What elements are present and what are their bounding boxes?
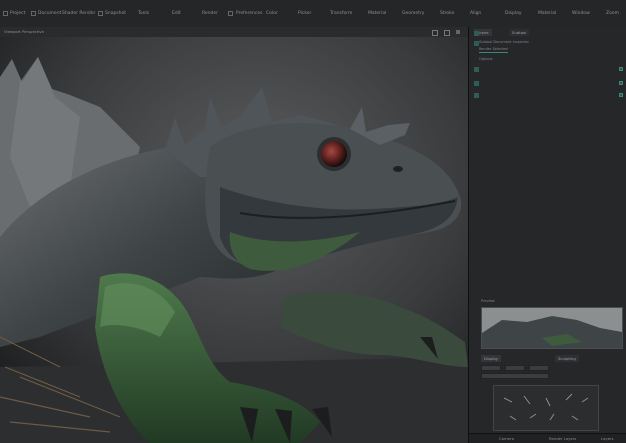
visibility-checkbox[interactable] xyxy=(619,81,623,85)
tab-display[interactable]: Display xyxy=(481,355,501,362)
menu-item-4[interactable]: Preferences xyxy=(236,10,262,18)
menu-item-10[interactable]: Stroke xyxy=(440,10,454,18)
menu-item-7[interactable]: Transform xyxy=(330,10,352,18)
viewport-toggle-icon[interactable] xyxy=(432,30,438,36)
display-button[interactable] xyxy=(529,365,549,371)
panel-row-options[interactable]: Options xyxy=(479,57,493,62)
menu-item-8[interactable]: Material xyxy=(368,10,386,18)
display-button[interactable] xyxy=(505,365,525,371)
panel-side-icon[interactable] xyxy=(474,41,479,46)
gizmo-icons xyxy=(503,393,589,421)
menu-bar: Project Document Shader Render Snapshot … xyxy=(0,0,626,28)
creature-render xyxy=(0,37,468,443)
viewport-title: Viewport Perspective xyxy=(4,29,44,34)
panel-menu-icon[interactable] xyxy=(474,31,479,36)
thumbnail-image xyxy=(482,308,622,348)
menu-item-shader-render[interactable]: Shader Render xyxy=(62,10,95,18)
panel-row-render-selected[interactable]: Render Selected xyxy=(479,47,508,53)
footer-camera[interactable]: Camera xyxy=(499,436,514,441)
menu-item-3[interactable]: Render xyxy=(202,10,218,18)
menu-item-9[interactable]: Geometry xyxy=(402,10,424,18)
menu-item-zoom[interactable]: Zoom xyxy=(606,10,619,18)
preview-thumbnail[interactable] xyxy=(481,307,623,349)
menu-item-0[interactable]: Snapshot xyxy=(105,10,126,18)
menu-square-icon[interactable] xyxy=(31,11,36,16)
menu-item-5[interactable]: Color xyxy=(266,10,278,18)
footer-layers[interactable]: Layers xyxy=(601,436,614,441)
panel-side-icon[interactable] xyxy=(474,67,479,72)
menu-item-display[interactable]: Display xyxy=(505,10,522,18)
navigation-gizmo[interactable] xyxy=(493,385,599,431)
footer-render-layers[interactable]: Render Layers xyxy=(549,436,576,441)
menu-item-2[interactable]: Edit xyxy=(172,10,181,18)
menu-item-project[interactable]: Project xyxy=(10,10,25,18)
panel-row-inspector[interactable]: Subtool Document Inspector xyxy=(479,40,529,45)
menu-item-1[interactable]: Tools xyxy=(138,10,149,18)
preview-label: Preview xyxy=(481,299,495,303)
menu-square-icon[interactable] xyxy=(228,11,233,16)
menu-item-window[interactable]: Window xyxy=(572,10,590,18)
viewport-close-icon[interactable] xyxy=(456,30,460,34)
display-button[interactable] xyxy=(481,365,501,371)
menu-logo-icon[interactable] xyxy=(3,11,8,16)
tab-subtool[interactable]: Subtool xyxy=(509,29,530,36)
right-panel: Scene Subtool Subtool Document Inspector… xyxy=(468,27,626,443)
3d-viewport[interactable] xyxy=(0,37,468,443)
menu-item-align[interactable]: Align xyxy=(470,10,481,18)
menu-item-6[interactable]: Picker xyxy=(298,10,311,18)
visibility-checkbox[interactable] xyxy=(619,67,623,71)
menu-item-material[interactable]: Material xyxy=(538,10,556,18)
app-window: Project Document Shader Render Snapshot … xyxy=(0,0,626,443)
panel-side-icon[interactable] xyxy=(474,93,479,98)
menu-item-document[interactable]: Document xyxy=(38,10,61,18)
panel-side-icon[interactable] xyxy=(474,81,479,86)
display-slider[interactable] xyxy=(481,373,549,379)
tab-sculpting[interactable]: Sculpting xyxy=(555,355,579,362)
viewport-maximize-icon[interactable] xyxy=(444,30,450,36)
visibility-checkbox[interactable] xyxy=(619,93,623,97)
panel-footer: Camera Render Layers Layers xyxy=(469,433,626,443)
menu-square-icon[interactable] xyxy=(98,11,103,16)
